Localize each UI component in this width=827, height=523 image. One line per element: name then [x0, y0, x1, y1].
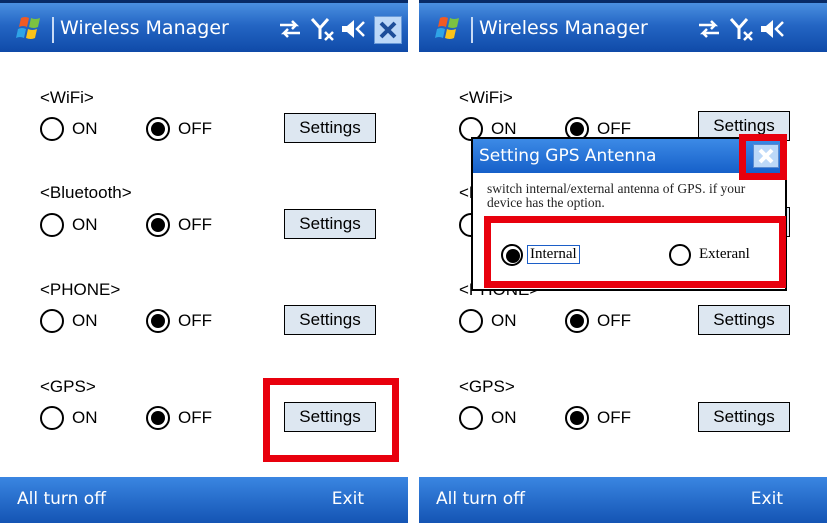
wifi-off-radio[interactable]: [146, 117, 170, 141]
wifi-settings-button[interactable]: Settings: [284, 113, 376, 143]
app-title: Wireless Manager: [479, 17, 648, 39]
gps-off-label: OFF: [178, 408, 212, 427]
bluetooth-off-radio[interactable]: [146, 213, 170, 237]
dialog-description: switch internal/external antenna of GPS.…: [487, 181, 746, 210]
phone-label: <PHONE>: [40, 280, 121, 299]
bluetooth-on-radio[interactable]: [40, 213, 64, 237]
exit-softkey[interactable]: Exit: [332, 489, 364, 509]
gps-settings-highlight: [263, 378, 399, 462]
gps-on-radio[interactable]: [40, 406, 64, 430]
gps-settings-button[interactable]: Settings: [698, 402, 790, 432]
gps-label: <GPS>: [459, 377, 515, 396]
phone-on-radio[interactable]: [40, 309, 64, 333]
gps-label: <GPS>: [40, 377, 96, 396]
no-signal-icon[interactable]: [310, 16, 336, 42]
wifi-label: <WiFi>: [459, 88, 513, 107]
wifi-on-radio[interactable]: [40, 117, 64, 141]
no-signal-icon[interactable]: [729, 16, 755, 42]
dialog-title: Setting GPS Antenna: [479, 146, 657, 166]
wifi-off-label: OFF: [597, 119, 631, 138]
phone-on-label: ON: [72, 311, 98, 330]
title-bar: Wireless Manager: [0, 0, 408, 52]
windows-flag-icon[interactable]: [13, 14, 47, 44]
title-bar: Wireless Manager: [419, 0, 827, 52]
windows-flag-icon[interactable]: [432, 14, 466, 44]
gps-on-label: ON: [72, 408, 98, 427]
speaker-muted-icon[interactable]: [340, 16, 366, 42]
gps-on-radio[interactable]: [459, 406, 483, 430]
gps-on-label: ON: [491, 408, 517, 427]
title-separator: [471, 17, 473, 43]
wifi-on-label: ON: [491, 119, 517, 138]
wifi-on-label: ON: [72, 119, 98, 138]
close-icon: [379, 21, 397, 39]
bluetooth-off-label: OFF: [178, 215, 212, 234]
all-turn-off-softkey[interactable]: All turn off: [17, 489, 106, 509]
sync-arrows-icon[interactable]: [695, 16, 723, 42]
close-button[interactable]: [374, 16, 402, 44]
bluetooth-on-label: ON: [72, 215, 98, 234]
antenna-options-highlight: [484, 216, 786, 288]
title-separator: [52, 17, 54, 43]
softkey-bar: All turn off Exit: [0, 477, 408, 523]
dialog-close-highlight: [739, 134, 787, 180]
phone-on-radio[interactable]: [459, 309, 483, 333]
wireless-manager-screen-right: Wireless Manager <WiFi> ON OFF Settings …: [419, 0, 827, 523]
exit-softkey[interactable]: Exit: [751, 489, 783, 509]
phone-on-label: ON: [491, 311, 517, 330]
softkey-bar: All turn off Exit: [419, 477, 827, 523]
sync-arrows-icon[interactable]: [276, 16, 304, 42]
phone-settings-button[interactable]: Settings: [284, 305, 376, 335]
phone-settings-button[interactable]: Settings: [698, 305, 790, 335]
phone-off-label: OFF: [597, 311, 631, 330]
phone-off-label: OFF: [178, 311, 212, 330]
bluetooth-label: <Bluetooth>: [40, 183, 132, 202]
phone-off-radio[interactable]: [146, 309, 170, 333]
speaker-muted-icon[interactable]: [759, 16, 785, 42]
all-turn-off-softkey[interactable]: All turn off: [436, 489, 525, 509]
gps-off-radio[interactable]: [146, 406, 170, 430]
gps-off-radio[interactable]: [565, 406, 589, 430]
wifi-off-label: OFF: [178, 119, 212, 138]
wifi-label: <WiFi>: [40, 88, 94, 107]
phone-off-radio[interactable]: [565, 309, 589, 333]
wireless-manager-screen-left: Wireless Manager <WiFi> ON OFF Settings …: [0, 0, 408, 523]
bluetooth-settings-button[interactable]: Settings: [284, 209, 376, 239]
app-title: Wireless Manager: [60, 17, 229, 39]
gps-off-label: OFF: [597, 408, 631, 427]
